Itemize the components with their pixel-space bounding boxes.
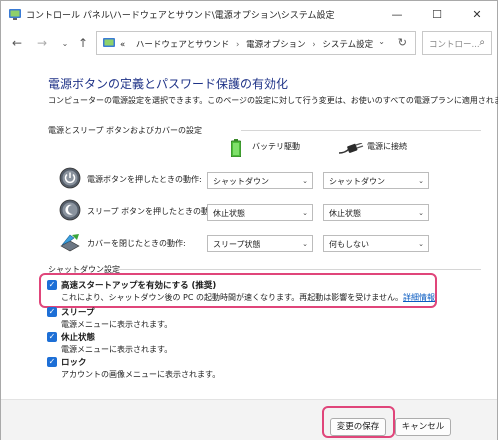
select-value: 休止状態 bbox=[329, 209, 361, 218]
lid-close-ac-select[interactable]: 何もしない ⌄ bbox=[323, 235, 429, 252]
section-divider bbox=[116, 269, 481, 270]
sleep-button-label: スリープ ボタンを押したときの動作: bbox=[87, 207, 220, 216]
lock-checkbox[interactable]: ✓ bbox=[47, 357, 57, 367]
sleep-option-description: 電源メニューに表示されます。 bbox=[61, 320, 173, 329]
recent-locations-button[interactable]: ⌄ bbox=[57, 35, 73, 51]
lock-option-label: ロック bbox=[61, 358, 87, 368]
page-title: 電源ボタンの定義とパスワード保護の有効化 bbox=[48, 77, 289, 91]
hibernate-checkbox[interactable]: ✓ bbox=[47, 332, 57, 342]
search-icon[interactable]: ⌕ bbox=[479, 37, 485, 48]
address-bar[interactable]: « ハードウェアとサウンド › 電源オプション › システム設定 ⌄ ↻ bbox=[96, 31, 416, 55]
select-value: シャットダウン bbox=[329, 177, 385, 186]
forward-button[interactable]: → bbox=[34, 35, 50, 51]
up-button[interactable]: ↑ bbox=[75, 35, 91, 51]
learn-more-link[interactable]: 詳細情報 bbox=[403, 293, 435, 302]
plug-icon bbox=[339, 143, 364, 154]
close-button[interactable]: ✕ bbox=[457, 1, 497, 27]
back-button[interactable]: ← bbox=[9, 35, 25, 51]
breadcrumb-overflow[interactable]: « bbox=[120, 40, 125, 50]
fast-startup-label: 高速スタートアップを有効にする (推奨) bbox=[61, 281, 217, 291]
breadcrumb: « ハードウェアとサウンド › 電源オプション › システム設定 bbox=[120, 38, 373, 50]
chevron-down-icon: ⌄ bbox=[418, 177, 424, 185]
maximize-button[interactable]: ☐ bbox=[417, 1, 457, 27]
main-content: 電源ボタンの定義とパスワード保護の有効化 コンピューターの電源設定を選択できます… bbox=[1, 59, 498, 399]
breadcrumb-separator: › bbox=[312, 40, 316, 50]
search-placeholder: コントロー... bbox=[429, 40, 480, 50]
search-box[interactable]: コントロー... ⌕ bbox=[422, 31, 492, 55]
laptop-lid-icon bbox=[60, 234, 80, 252]
hibernate-option-description: 電源メニューに表示されます。 bbox=[61, 345, 173, 354]
system-settings-window: コントロール パネル\ハードウェアとサウンド\電源オプション\システム設定 — … bbox=[0, 0, 498, 440]
lid-close-battery-select[interactable]: スリープ状態 ⌄ bbox=[207, 235, 313, 252]
footer-bar: 変更の保存 キャンセル bbox=[1, 399, 497, 440]
sleep-icon bbox=[59, 199, 81, 221]
section-divider bbox=[241, 130, 481, 131]
sleep-button-battery-select[interactable]: 休止状態 ⌄ bbox=[207, 204, 313, 221]
breadcrumb-hardware-sound[interactable]: ハードウェアとサウンド bbox=[136, 40, 229, 50]
address-dropdown-icon[interactable]: ⌄ bbox=[378, 37, 385, 46]
sleep-button-ac-select[interactable]: 休止状態 ⌄ bbox=[323, 204, 429, 221]
chevron-down-icon: ⌄ bbox=[302, 177, 308, 185]
control-panel-icon bbox=[9, 9, 21, 20]
chevron-down-icon: ⌄ bbox=[418, 209, 424, 217]
navigation-bar: ← → ⌄ ↑ « ハードウェアとサウンド › 電源オプション › システム設定… bbox=[1, 27, 497, 59]
refresh-icon[interactable]: ↻ bbox=[398, 36, 407, 49]
fast-startup-description: これにより、シャットダウン後の PC の起動時間が速くなります。再起動は影響を受… bbox=[61, 292, 435, 303]
select-value: シャットダウン bbox=[213, 177, 269, 186]
select-value: 休止状態 bbox=[213, 209, 245, 218]
title-bar: コントロール パネル\ハードウェアとサウンド\電源オプション\システム設定 — … bbox=[1, 1, 497, 27]
select-value: スリープ状態 bbox=[213, 240, 261, 249]
breadcrumb-system-settings[interactable]: システム設定 bbox=[322, 40, 373, 50]
sleep-checkbox[interactable]: ✓ bbox=[47, 307, 57, 317]
cancel-button[interactable]: キャンセル bbox=[395, 418, 451, 436]
select-value: 何もしない bbox=[329, 240, 369, 249]
section-buttons-label: 電源とスリープ ボタンおよびカバーの設定 bbox=[48, 126, 203, 135]
chevron-down-icon: ⌄ bbox=[302, 209, 308, 217]
minimize-button[interactable]: — bbox=[377, 1, 417, 27]
sleep-option-label: スリープ bbox=[61, 308, 95, 318]
battery-icon bbox=[231, 139, 241, 157]
hibernate-option-label: 休止状態 bbox=[61, 333, 96, 343]
chevron-down-icon: ⌄ bbox=[302, 240, 308, 248]
ac-column-header: 電源に接続 bbox=[367, 142, 407, 151]
power-icon bbox=[59, 167, 81, 189]
fast-startup-checkbox[interactable]: ✓ bbox=[47, 280, 57, 290]
power-button-label: 電源ボタンを押したときの動作: bbox=[87, 175, 202, 184]
battery-column-header: バッテリ駆動 bbox=[252, 142, 300, 151]
control-panel-icon bbox=[103, 38, 115, 47]
save-changes-button[interactable]: 変更の保存 bbox=[330, 418, 386, 436]
breadcrumb-separator: › bbox=[235, 40, 240, 50]
window-title: コントロール パネル\ハードウェアとサウンド\電源オプション\システム設定 bbox=[26, 11, 335, 21]
breadcrumb-power-options[interactable]: 電源オプション bbox=[246, 40, 306, 50]
power-button-ac-select[interactable]: シャットダウン ⌄ bbox=[323, 172, 429, 189]
fast-startup-desc-text: これにより、シャットダウン後の PC の起動時間が速くなります。再起動は影響を受… bbox=[61, 293, 403, 302]
page-description: コンピューターの電源設定を選択できます。このページの設定に対して行う変更は、お使… bbox=[48, 96, 498, 105]
power-button-battery-select[interactable]: シャットダウン ⌄ bbox=[207, 172, 313, 189]
lid-close-label: カバーを閉じたときの動作: bbox=[87, 239, 186, 248]
lock-option-description: アカウントの画像メニューに表示されます。 bbox=[61, 370, 221, 379]
chevron-down-icon: ⌄ bbox=[418, 240, 424, 248]
